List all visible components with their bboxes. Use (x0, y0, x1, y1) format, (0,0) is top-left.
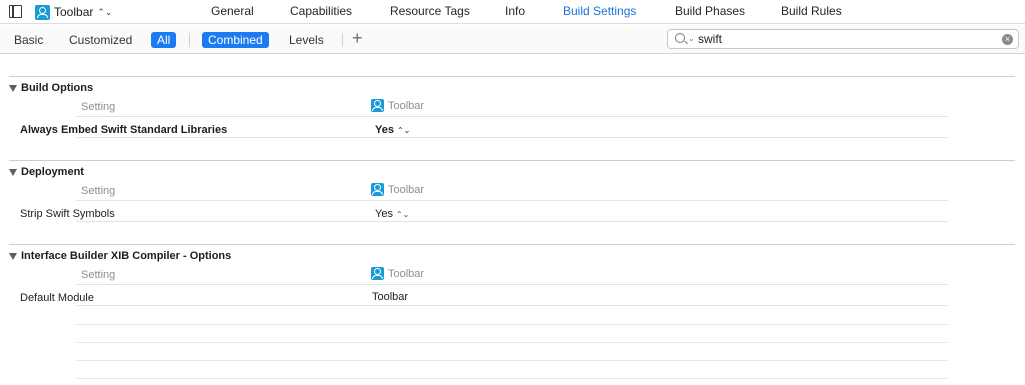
section-title: Interface Builder XIB Compiler - Options (21, 250, 232, 262)
add-setting-button[interactable]: + (352, 28, 363, 48)
disclosure-triangle-icon[interactable] (9, 168, 17, 176)
empty-row (76, 342, 948, 343)
setting-value: Yes (375, 208, 393, 220)
clear-search-icon[interactable]: × (1002, 34, 1013, 45)
column-header-row: Setting Toolbar (76, 99, 948, 117)
target-column-label: Toolbar (388, 267, 425, 280)
setting-value: Yes (375, 124, 394, 136)
view-combined-button[interactable]: Combined (202, 32, 269, 48)
disclosure-triangle-icon[interactable] (9, 252, 17, 260)
search-input[interactable] (698, 31, 988, 47)
up-down-chevron-icon: ⌃⌄ (97, 6, 113, 17)
target-column-label: Toolbar (388, 99, 425, 112)
setting-value-popup[interactable]: Yes ⌃⌄ (375, 208, 409, 220)
tab-build-settings[interactable]: Build Settings (563, 4, 636, 18)
section-deployment[interactable]: Deployment (9, 166, 84, 178)
tab-build-phases[interactable]: Build Phases (675, 4, 745, 18)
setting-value: Toolbar (372, 291, 409, 303)
section-title: Deployment (21, 166, 84, 178)
view-levels-button[interactable]: Levels (289, 32, 324, 48)
app-target-icon (35, 4, 50, 20)
filter-basic-button[interactable]: Basic (14, 32, 43, 48)
app-target-icon (371, 183, 384, 196)
tab-resource-tags[interactable]: Resource Tags (390, 4, 470, 18)
setting-value-popup[interactable]: Yes ⌃⌄ (375, 124, 410, 136)
editor-tab-bar: Toolbar ⌃⌄ General Capabilities Resource… (0, 0, 1025, 24)
setting-value-field[interactable]: Toolbar (372, 291, 408, 303)
setting-name: Strip Swift Symbols (20, 208, 115, 220)
column-header-row: Setting Toolbar (76, 267, 948, 285)
setting-column-header: Setting (81, 269, 116, 281)
up-down-chevron-icon: ⌃⌄ (395, 209, 410, 219)
target-picker[interactable]: Toolbar ⌃⌄ (35, 4, 112, 20)
section-build-options[interactable]: Build Options (9, 82, 93, 94)
sidebar-toggle-icon[interactable] (9, 5, 22, 18)
setting-name: Always Embed Swift Standard Libraries (20, 124, 228, 136)
section-title: Build Options (21, 82, 94, 94)
setting-column-header: Setting (81, 185, 116, 197)
divider (189, 33, 190, 47)
empty-row (76, 360, 948, 361)
search-field[interactable]: ⌄ × (667, 29, 1019, 49)
up-down-chevron-icon: ⌃⌄ (396, 125, 411, 135)
setting-column-header: Setting (81, 101, 116, 113)
app-target-icon (371, 267, 384, 280)
target-picker-label: Toolbar (54, 5, 94, 19)
table-row[interactable] (76, 289, 948, 306)
column-header-row: Setting Toolbar (76, 183, 948, 201)
target-column-header: Toolbar (371, 267, 424, 280)
target-column-header: Toolbar (371, 99, 424, 112)
target-column-header: Toolbar (371, 183, 424, 196)
table-row[interactable] (76, 205, 948, 222)
empty-row (76, 378, 948, 379)
disclosure-triangle-icon[interactable] (9, 84, 17, 92)
section-interface-builder-xib-compiler-options[interactable]: Interface Builder XIB Compiler - Options (9, 250, 231, 262)
divider (342, 33, 343, 47)
filter-all-button[interactable]: All (151, 32, 177, 48)
filter-customized-button[interactable]: Customized (69, 32, 132, 48)
tab-general[interactable]: General (211, 4, 254, 18)
divider (9, 76, 1015, 77)
search-icon (675, 33, 685, 43)
tab-info[interactable]: Info (505, 4, 525, 18)
divider (9, 244, 1015, 245)
divider (9, 160, 1015, 161)
empty-row (76, 324, 948, 325)
filter-bar: Basic Customized All Combined Levels + ⌄… (0, 25, 1025, 54)
target-column-label: Toolbar (388, 183, 425, 196)
setting-name: Default Module (20, 292, 94, 304)
search-options-chevron-icon[interactable]: ⌄ (688, 34, 695, 43)
tab-build-rules[interactable]: Build Rules (781, 4, 842, 18)
tab-capabilities[interactable]: Capabilities (290, 4, 352, 18)
app-target-icon (371, 99, 384, 112)
